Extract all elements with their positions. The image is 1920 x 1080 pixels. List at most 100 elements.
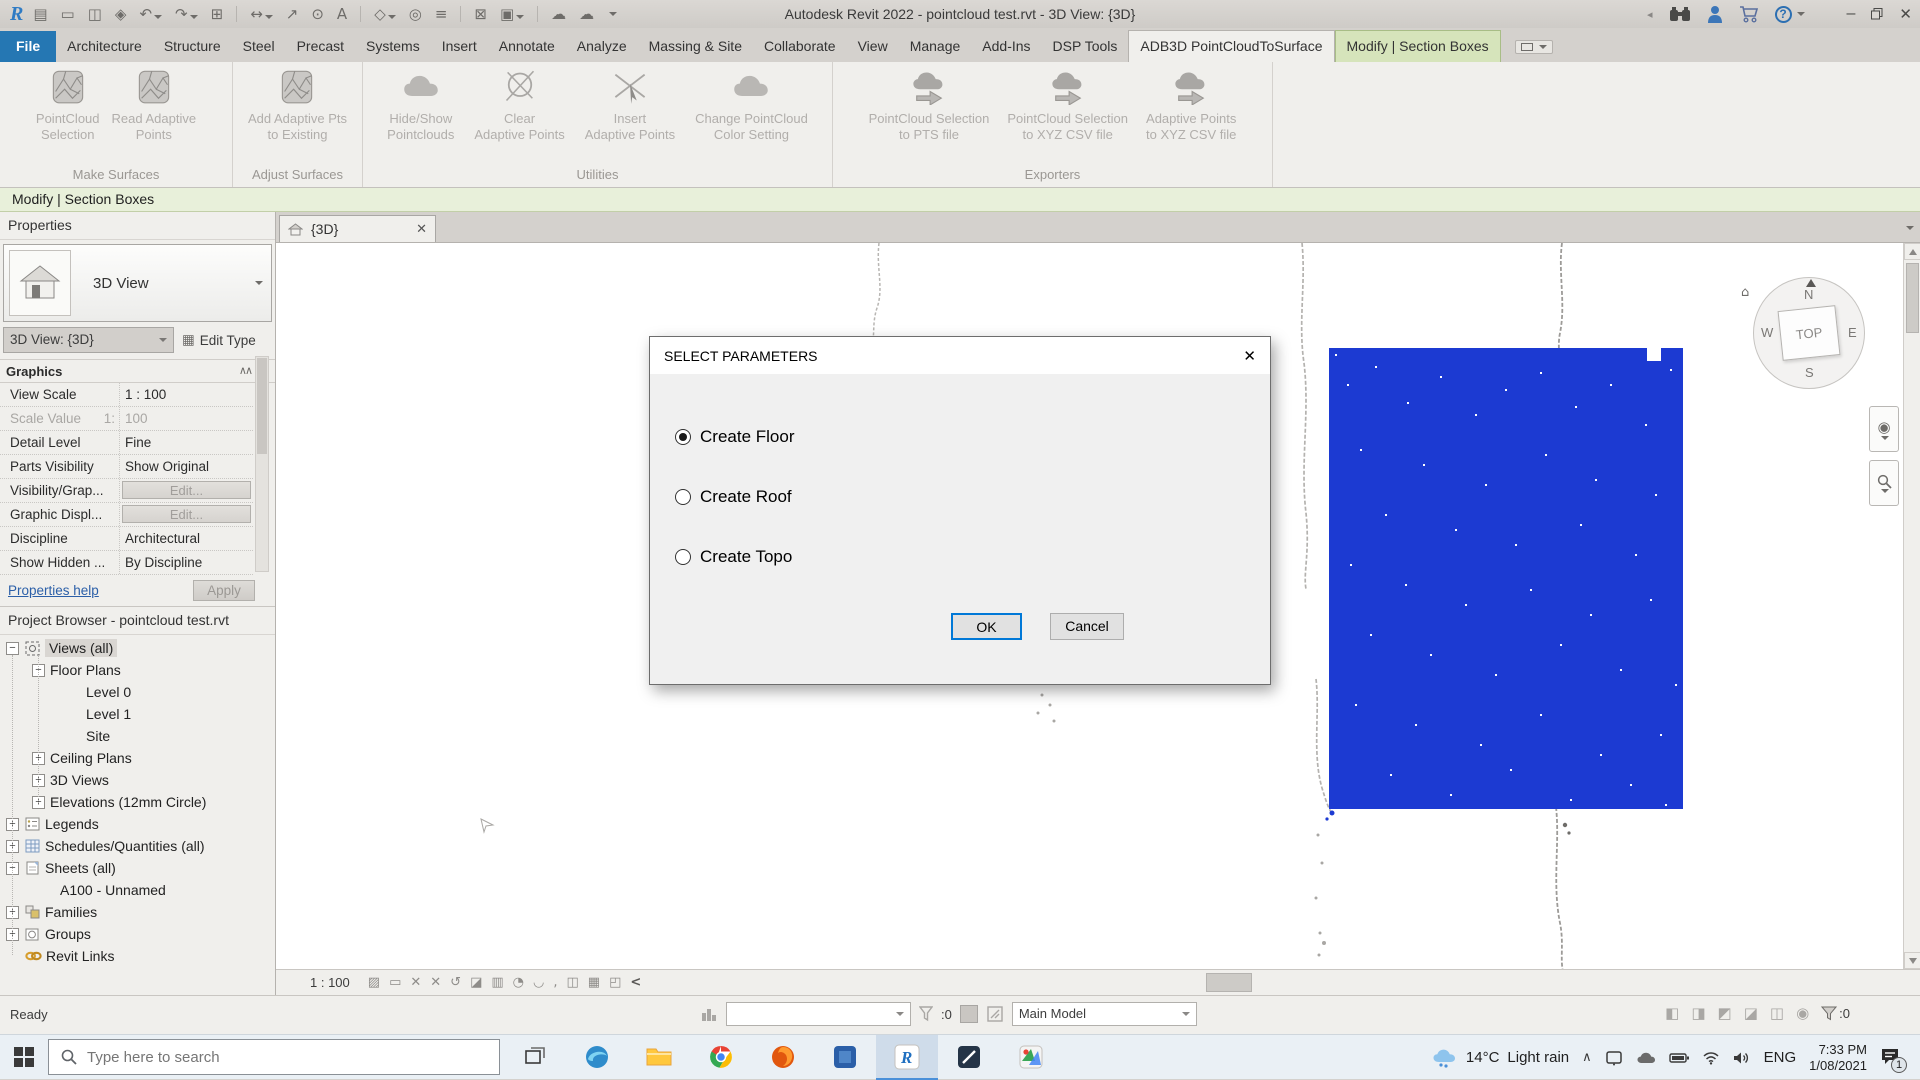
view-tab-3d[interactable]: {3D} ✕ — [279, 215, 436, 242]
add-adaptive-pts-button[interactable]: Add Adaptive Pts to Existing — [242, 67, 353, 145]
edge-app-button[interactable] — [566, 1035, 628, 1080]
property-value[interactable]: Fine — [119, 431, 253, 454]
edit-button[interactable]: Edit... — [122, 505, 251, 523]
render-icon[interactable]: ↺ — [450, 975, 461, 990]
scroll-down-button[interactable] — [1904, 952, 1920, 969]
reveal-hidden-icon[interactable]: ◡ — [533, 975, 544, 990]
tab-view[interactable]: View — [847, 31, 899, 62]
read-adaptive-points-button[interactable]: Read Adaptive Points — [106, 67, 203, 145]
tab-add-ins[interactable]: Add-Ins — [971, 31, 1041, 62]
aligned-dimension-icon[interactable]: ↗ — [286, 7, 299, 22]
sync-icon[interactable]: ◈ — [115, 7, 127, 22]
minimize-button[interactable]: – — [1847, 5, 1856, 23]
edit-button[interactable]: Edit... — [122, 481, 251, 499]
viewcube-east[interactable]: E — [1848, 325, 1857, 340]
properties-help-link[interactable]: Properties help — [8, 583, 99, 598]
wifi-icon[interactable] — [1702, 1051, 1720, 1065]
properties-scrollbar[interactable] — [255, 356, 269, 572]
selection-filter[interactable]: :0 — [1821, 1006, 1850, 1021]
property-row-graphic-display[interactable]: Graphic Displ...Edit... — [0, 503, 253, 527]
tree-item-revit-links[interactable]: Revit Links — [0, 945, 275, 967]
tree-item-site[interactable]: Site — [0, 725, 275, 747]
property-row-parts-visibility[interactable]: Parts VisibilityShow Original — [0, 455, 253, 479]
project-browser-header[interactable]: Project Browser - pointcloud test.rvt — [0, 607, 275, 635]
tree-item-sheets[interactable]: −Sheets (all) — [0, 857, 275, 879]
pointcloud-selection-region[interactable] — [1329, 348, 1683, 809]
tree-item-families[interactable]: +Families — [0, 901, 275, 923]
vertical-scrollbar[interactable] — [1903, 243, 1920, 969]
viewcube-south[interactable]: S — [1805, 365, 1814, 380]
weather-widget[interactable]: 14°C Light rain — [1432, 1048, 1569, 1068]
export-pts-button[interactable]: PointCloud Selection to PTS file — [863, 67, 996, 145]
property-value[interactable]: Show Original — [119, 455, 253, 478]
restore-button[interactable] — [1871, 8, 1883, 20]
viewcube-top-face[interactable]: TOP — [1778, 305, 1841, 361]
view-tab-list-icon[interactable] — [1906, 226, 1914, 230]
sun-path-icon[interactable]: ✕ — [410, 975, 421, 990]
detail-level-icon[interactable]: ▨ — [368, 975, 380, 990]
search-binoculars-icon[interactable] — [1669, 6, 1691, 22]
tray-expand-icon[interactable]: ∧ — [1582, 1050, 1592, 1065]
view-instance-combo[interactable]: 3D View: {3D} — [3, 327, 174, 353]
tab-systems[interactable]: Systems — [355, 31, 431, 62]
property-value[interactable]: By Discipline — [119, 551, 253, 574]
tree-item-elevations[interactable]: +Elevations (12mm Circle) — [0, 791, 275, 813]
property-value[interactable]: Architectural — [119, 527, 253, 550]
view-tab-close-icon[interactable]: ✕ — [416, 221, 427, 237]
temporary-view-properties-icon[interactable]: , — [553, 975, 557, 990]
horizontal-scroll-thumb[interactable] — [1206, 973, 1252, 992]
tab-precast[interactable]: Precast — [286, 31, 355, 62]
revit-app-button[interactable]: R — [876, 1035, 938, 1080]
option-create-roof[interactable]: Create Roof — [675, 487, 792, 507]
tree-item-floor-plans[interactable]: −Floor Plans — [0, 659, 275, 681]
apply-button[interactable]: Apply — [193, 580, 255, 601]
property-value[interactable]: 100 — [119, 407, 253, 430]
firefox-app-button[interactable] — [752, 1035, 814, 1080]
scroll-left-icon[interactable]: < — [630, 975, 641, 990]
close-hidden-windows-icon[interactable]: ⊠ — [474, 7, 487, 22]
color-app-button[interactable] — [1000, 1035, 1062, 1080]
tab-modify-section-boxes[interactable]: Modify | Section Boxes — [1335, 30, 1501, 62]
select-underlay-toggle-icon[interactable]: ◨ — [1691, 1004, 1705, 1022]
expander-icon[interactable]: − — [6, 642, 19, 655]
tab-insert[interactable]: Insert — [431, 31, 488, 62]
tab-dsp-tools[interactable]: DSP Tools — [1042, 31, 1129, 62]
tree-item-legends[interactable]: +Legends — [0, 813, 275, 835]
property-row-detail-level[interactable]: Detail LevelFine — [0, 431, 253, 455]
tree-item-views-all[interactable]: −Views (all) — [0, 637, 275, 659]
worksets-combo[interactable] — [726, 1002, 911, 1026]
action-center-button[interactable]: 1 — [1880, 1047, 1900, 1069]
task-view-button[interactable] — [504, 1035, 566, 1080]
text-icon[interactable]: A — [337, 7, 347, 22]
insert-adaptive-points-button[interactable]: Insert Adaptive Points — [579, 67, 681, 145]
viewcube-north[interactable]: N — [1804, 287, 1813, 302]
battery-icon[interactable] — [1669, 1052, 1689, 1064]
cloud-share-icon[interactable]: ☁ — [551, 7, 566, 22]
teams-app-button[interactable] — [814, 1035, 876, 1080]
steering-wheel-button[interactable]: ◉ — [1869, 406, 1899, 452]
edit-type-button[interactable]: ▦Edit Type — [174, 327, 272, 353]
constraints-icon[interactable]: ▦ — [588, 975, 600, 990]
tree-item-a100-unnamed[interactable]: A100 - Unnamed — [0, 879, 275, 901]
chrome-app-button[interactable] — [690, 1035, 752, 1080]
zoom-button[interactable] — [1869, 460, 1899, 506]
tree-item-level-0[interactable]: Level 0 — [0, 681, 275, 703]
shadows-icon[interactable]: ✕ — [430, 975, 441, 990]
infocenter-collapse-icon[interactable]: ◂ — [1647, 8, 1653, 21]
taskbar-clock[interactable]: 7:33 PM 1/08/2021 — [1809, 1042, 1867, 1074]
help-button[interactable]: ? — [1775, 6, 1805, 23]
revit-logo-icon[interactable]: R — [10, 3, 23, 26]
viewcube-west[interactable]: W — [1761, 325, 1773, 340]
viewcube-home-icon[interactable]: ⌂ — [1741, 285, 1749, 300]
ok-button[interactable]: OK — [951, 613, 1022, 640]
tree-item-schedules[interactable]: +Schedules/Quantities (all) — [0, 835, 275, 857]
dialog-close-icon[interactable]: ✕ — [1243, 347, 1256, 365]
pointcloud-selection-button[interactable]: PointCloud Selection — [30, 67, 106, 145]
tab-analyze[interactable]: Analyze — [566, 31, 638, 62]
background-processes-icon[interactable]: ◉ — [1796, 1004, 1809, 1022]
file-explorer-button[interactable] — [628, 1035, 690, 1080]
ribbon-display-toggle[interactable] — [1515, 40, 1553, 54]
temporary-hide-isolate-icon[interactable]: ◔ — [513, 975, 524, 990]
collapse-section-icon[interactable]: ∧∧ — [239, 360, 251, 383]
radio-create-floor[interactable] — [675, 429, 691, 445]
